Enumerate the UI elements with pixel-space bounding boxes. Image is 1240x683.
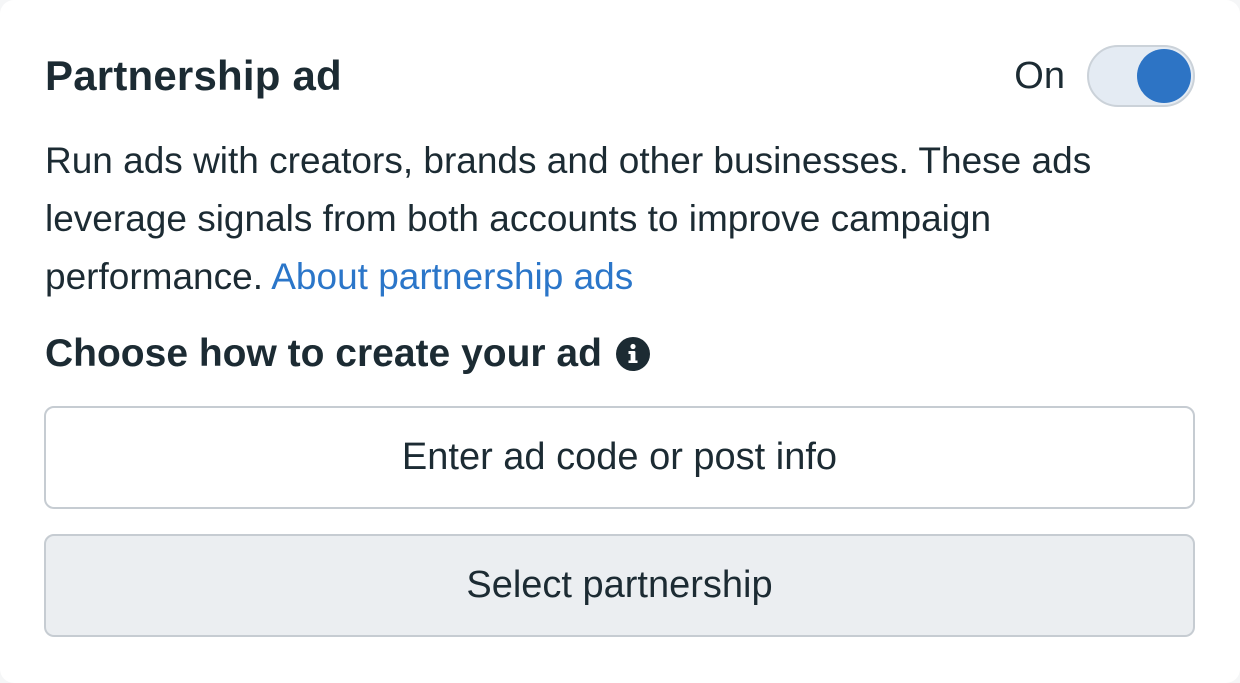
select-partnership-button[interactable]: Select partnership — [44, 534, 1195, 637]
partnership-ad-card: Partnership ad On Run ads with creators,… — [0, 0, 1240, 683]
toggle-knob — [1137, 49, 1191, 103]
toggle-group: On — [1014, 45, 1195, 107]
info-icon[interactable] — [615, 337, 650, 371]
about-partnership-ads-link[interactable]: About partnership ads — [271, 256, 633, 297]
toggle-label: On — [1014, 54, 1065, 97]
enter-ad-code-label: Enter ad code or post info — [401, 436, 838, 478]
section-heading-group: Choose how to create your ad — [45, 325, 650, 383]
card-header: Partnership ad On — [45, 45, 1195, 107]
section-heading: Choose how to create your ad — [45, 332, 602, 375]
partnership-ad-toggle[interactable] — [1087, 45, 1195, 107]
enter-ad-code-button[interactable]: Enter ad code or post info — [44, 406, 1195, 509]
select-partnership-label: Select partnership — [466, 564, 773, 606]
description: Run ads with creators, brands and other … — [45, 132, 1205, 306]
card-title: Partnership ad — [45, 52, 342, 99]
